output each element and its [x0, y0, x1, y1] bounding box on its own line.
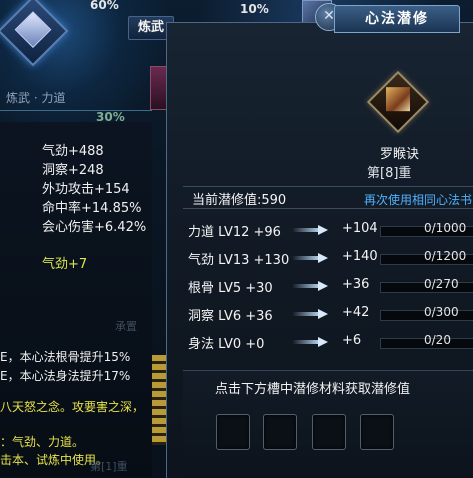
- separator: [183, 208, 473, 209]
- slot-hint: 点击下方槽中潜修材料获取潜修值: [215, 382, 411, 397]
- attribute-gain: +42: [342, 305, 370, 320]
- stat-line: 气劲+488: [42, 144, 104, 159]
- attribute-label: 力道 LV12 +96: [188, 225, 281, 240]
- skill-name: 罗睺诀: [380, 147, 420, 162]
- attribute-label: 根骨 LV5 +30: [188, 281, 273, 296]
- arrow-right-icon: [292, 253, 328, 263]
- reuse-hint-link[interactable]: 再次使用相同心法书: [364, 191, 472, 208]
- faded-label: 承置: [115, 320, 137, 333]
- progress-text: 0/20: [424, 333, 451, 347]
- divider: [0, 110, 152, 111]
- attribute-gain: +36: [342, 277, 370, 292]
- stat-line: 会心伤害+6.42%: [42, 220, 147, 235]
- faded-label: 第[1]重: [90, 460, 128, 473]
- dialog-title: 心法潜修: [334, 5, 460, 33]
- material-slot[interactable]: [360, 414, 394, 450]
- progress-text: 0/270: [424, 277, 459, 291]
- attribute-row: 身法 LV0 +0 +6 0/20: [188, 332, 473, 354]
- attribute-gain: +104: [342, 221, 378, 236]
- attribute-row: 洞察 LV6 +36 +42 0/300: [188, 304, 473, 326]
- desc-line: E，本心法身法提升17%: [0, 369, 131, 383]
- skill-level: 第[8]重: [367, 166, 412, 181]
- decorative-stripe: [152, 355, 166, 445]
- scroll-image: [386, 87, 410, 112]
- attribute-row: 力道 LV12 +96 +104 0/1000: [188, 220, 473, 242]
- arrow-right-icon: [292, 337, 328, 347]
- attribute-row: 气劲 LV13 +130 +140 0/1200: [188, 248, 473, 270]
- progress-text: 0/300: [424, 305, 459, 319]
- material-slot[interactable]: [263, 414, 297, 450]
- arrow-right-icon: [292, 225, 328, 235]
- green-stat: 气劲+7: [42, 257, 88, 272]
- progress-percent-mid: 10%: [240, 2, 269, 16]
- stat-line: 命中率+14.85%: [42, 201, 142, 216]
- attribute-label: 洞察 LV6 +36: [188, 309, 273, 324]
- arrow-right-icon: [292, 281, 328, 291]
- desc-line: 八天怒之念。攻要害之深，: [0, 400, 145, 414]
- progress-text: 0/1200: [424, 249, 467, 263]
- attribute-gain: +140: [342, 249, 378, 264]
- desc-line: E，本心法根骨提升15%: [0, 350, 131, 364]
- progress-text: 0/1000: [424, 221, 467, 235]
- material-slot[interactable]: [312, 414, 346, 450]
- attribute-label: 气劲 LV13 +130: [188, 253, 290, 268]
- arrow-right-icon: [292, 309, 328, 319]
- material-slot[interactable]: [216, 414, 250, 450]
- liwu-tag: 炼武 · 力道: [6, 91, 66, 105]
- book-cover: [14, 11, 52, 48]
- attribute-label: 身法 LV0 +0: [188, 337, 265, 352]
- current-cultivation-value: 当前潜修值:590: [192, 193, 287, 208]
- attribute-gain: +6: [342, 333, 362, 348]
- desc-line: ：气劲、力道。: [0, 435, 85, 449]
- separator: [183, 186, 473, 187]
- progress-percent-left: 60%: [90, 0, 119, 12]
- attribute-row: 根骨 LV5 +30 +36 0/270: [188, 276, 473, 298]
- stat-line: 洞察+248: [42, 163, 104, 178]
- stat-line: 外功攻击+154: [42, 182, 130, 197]
